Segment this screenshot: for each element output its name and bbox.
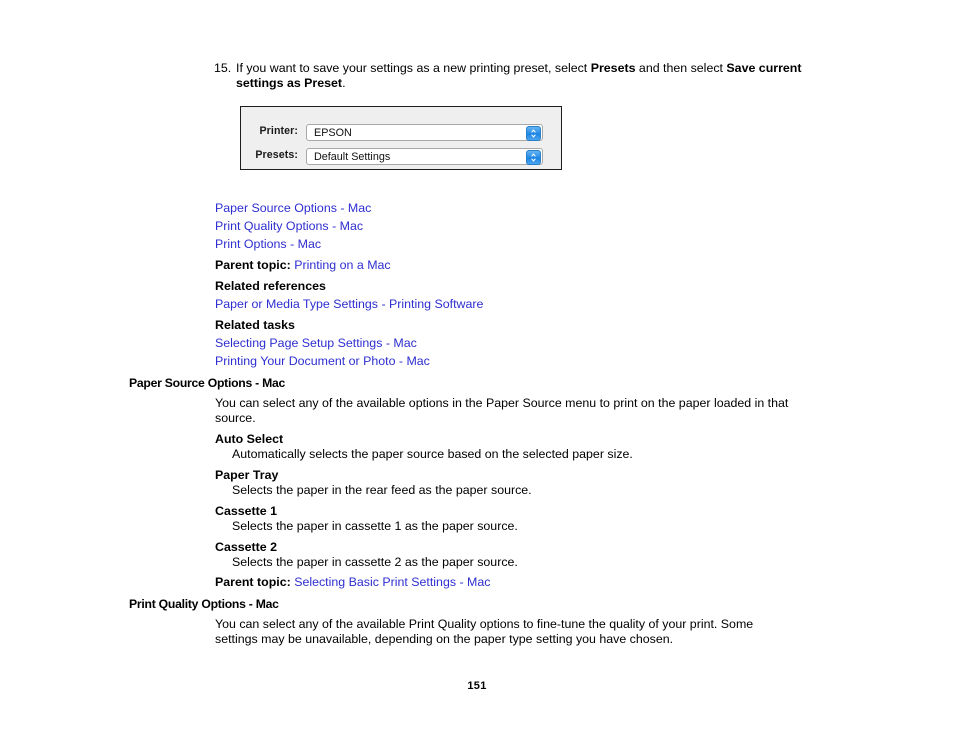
step-text-part-3: . <box>342 76 346 90</box>
presets-popup-menu[interactable]: Default Settings <box>306 148 543 165</box>
parent-topic-label: Parent topic: <box>215 258 291 272</box>
link-print-quality-options[interactable]: Print Quality Options - Mac <box>215 219 363 234</box>
link-selecting-page-setup-settings[interactable]: Selecting Page Setup Settings - Mac <box>215 336 417 351</box>
parent-topic-2: Parent topic: Selecting Basic Print Sett… <box>215 575 490 590</box>
definition-term-auto-select: Auto Select <box>215 432 284 446</box>
step-text-part-2: and then select <box>635 61 727 75</box>
presets-row: Presets: Default Settings <box>241 148 561 166</box>
parent-topic-link[interactable]: Selecting Basic Print Settings - Mac <box>294 575 490 589</box>
definition-desc-auto-select: Automatically selects the paper source b… <box>232 447 633 461</box>
printer-value: EPSON <box>314 127 352 139</box>
link-label: Printing Your Document or Photo - Mac <box>215 354 430 368</box>
print-quality-intro-paragraph: You can select any of the available Prin… <box>215 617 754 647</box>
print-dialog-figure: Printer: EPSON Presets: Default Settings <box>240 106 562 170</box>
paper-source-intro-paragraph: You can select any of the available opti… <box>215 396 789 426</box>
up-down-chevron-icon[interactable] <box>526 126 541 141</box>
link-label: Paper or Media Type Settings - Printing … <box>215 297 484 311</box>
link-print-options[interactable]: Print Options - Mac <box>215 237 321 252</box>
link-paper-or-media-type-settings[interactable]: Paper or Media Type Settings - Printing … <box>215 297 483 312</box>
link-paper-source-options[interactable]: Paper Source Options - Mac <box>215 201 371 216</box>
parent-topic-1: Parent topic: Printing on a Mac <box>215 258 391 273</box>
step-number: 15. <box>214 61 232 75</box>
section-heading-paper-source-options: Paper Source Options - Mac <box>129 376 286 390</box>
related-tasks-heading: Related tasks <box>215 318 295 332</box>
printer-label: Printer: <box>259 125 298 137</box>
definition-desc-cassette-2: Selects the paper in cassette 2 as the p… <box>232 555 518 569</box>
link-printing-your-document-or-photo[interactable]: Printing Your Document or Photo - Mac <box>215 354 430 369</box>
presets-value: Default Settings <box>314 151 391 163</box>
parent-topic-label: Parent topic: <box>215 575 291 589</box>
page-number: 151 <box>467 680 487 692</box>
definition-term-cassette-1: Cassette 1 <box>215 504 277 518</box>
presets-label: Presets: <box>255 149 298 161</box>
step-bold-presets: Presets <box>590 61 636 75</box>
printer-row: Printer: EPSON <box>241 124 561 142</box>
definition-term-paper-tray: Paper Tray <box>215 468 279 482</box>
link-label: Selecting Page Setup Settings - Mac <box>215 336 417 350</box>
related-references-heading: Related references <box>215 279 326 293</box>
section-heading-print-quality-options: Print Quality Options - Mac <box>129 597 279 611</box>
printer-popup-menu[interactable]: EPSON <box>306 124 543 141</box>
document-page: 15. If you want to save your settings as… <box>0 0 954 738</box>
up-down-chevron-icon[interactable] <box>526 150 541 165</box>
definition-desc-paper-tray: Selects the paper in the rear feed as th… <box>232 483 532 497</box>
numbered-step-15: 15. If you want to save your settings as… <box>214 61 814 91</box>
link-label: Print Options - Mac <box>215 237 322 251</box>
definition-term-cassette-2: Cassette 2 <box>215 540 277 554</box>
link-label: Paper Source Options - Mac <box>215 201 372 215</box>
parent-topic-link[interactable]: Printing on a Mac <box>294 258 390 272</box>
definition-desc-cassette-1: Selects the paper in cassette 1 as the p… <box>232 519 518 533</box>
step-text-part-1: If you want to save your settings as a n… <box>236 61 591 75</box>
step-text: If you want to save your settings as a n… <box>236 61 814 91</box>
link-label: Print Quality Options - Mac <box>215 219 364 233</box>
